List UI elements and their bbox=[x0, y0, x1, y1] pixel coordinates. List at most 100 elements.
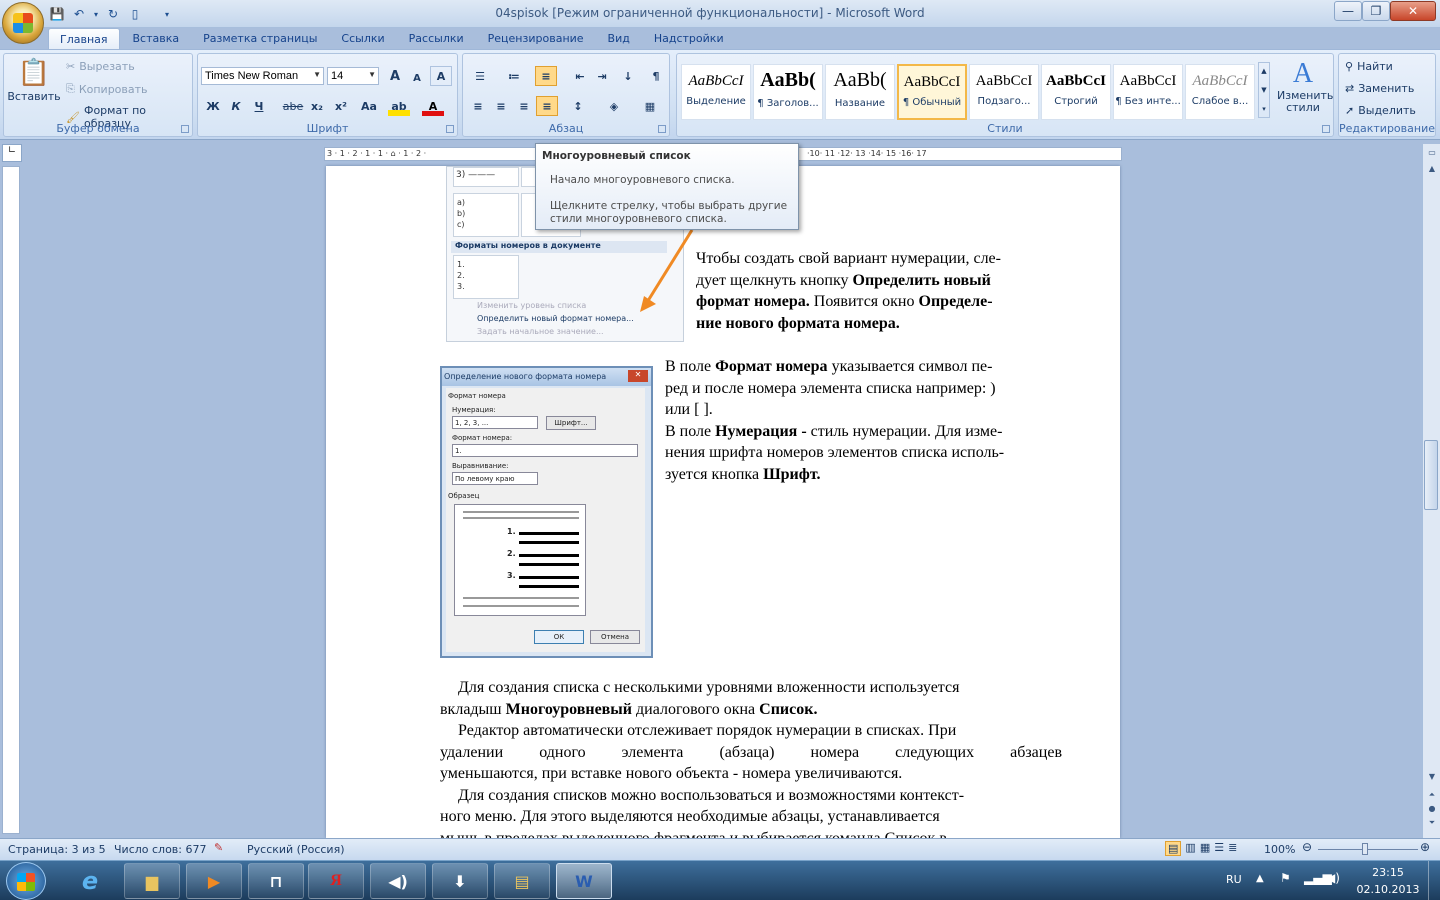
replace-button[interactable]: ⇄ Заменить bbox=[1345, 82, 1414, 95]
undo-dropdown-icon[interactable]: ▾ bbox=[92, 5, 100, 23]
justify-icon[interactable]: ≡ bbox=[536, 96, 558, 116]
media-player-icon[interactable]: ▶ bbox=[186, 863, 242, 899]
yandex-browser-icon[interactable]: Я bbox=[308, 863, 364, 899]
customize-qat-icon[interactable]: ▾ bbox=[158, 5, 176, 23]
numbering-icon[interactable]: ≔ bbox=[503, 66, 525, 86]
bullets-icon[interactable]: ☰ bbox=[469, 66, 491, 86]
clipboard-launcher[interactable] bbox=[181, 125, 189, 133]
style-no-spacing[interactable]: AaBbCcI ¶ Без инте... bbox=[1113, 64, 1183, 120]
align-right-icon[interactable]: ≡ bbox=[513, 96, 535, 116]
save-icon[interactable]: 💾 bbox=[48, 5, 66, 23]
subscript-button[interactable]: x₂ bbox=[306, 96, 328, 116]
zoom-out-icon[interactable]: ⊖ bbox=[1302, 840, 1312, 854]
show-desktop-button[interactable] bbox=[1428, 861, 1440, 900]
shading-icon[interactable]: ◈ bbox=[603, 96, 625, 116]
borders-icon[interactable]: ▦ bbox=[639, 96, 661, 116]
tab-view[interactable]: Вид bbox=[597, 28, 641, 50]
style-subtitle[interactable]: AaBbCcI Подзаго... bbox=[969, 64, 1039, 120]
bold-button[interactable]: Ж bbox=[202, 96, 224, 116]
align-center-icon[interactable]: ≡ bbox=[490, 96, 512, 116]
line-spacing-icon[interactable]: ↕ bbox=[567, 96, 589, 116]
print-layout-icon[interactable]: ▤ bbox=[1165, 841, 1182, 856]
zoom-in-icon[interactable]: ⊕ bbox=[1420, 840, 1430, 854]
font-name-combo[interactable]: Times New Roman ▼ bbox=[201, 67, 324, 85]
undo-icon[interactable]: ↶ bbox=[70, 5, 88, 23]
style-emphasis[interactable]: AaBbCcI Выделение bbox=[681, 64, 751, 120]
vertical-ruler[interactable] bbox=[2, 166, 20, 834]
shrink-font-button[interactable]: A bbox=[406, 68, 428, 88]
tab-addins[interactable]: Надстройки bbox=[643, 28, 735, 50]
tab-home[interactable]: Главная bbox=[48, 28, 120, 50]
multilevel-list-icon[interactable]: ≡ bbox=[535, 66, 557, 86]
minimize-button[interactable]: — bbox=[1334, 1, 1362, 21]
copy-button[interactable]: ⎘ Копировать bbox=[66, 82, 148, 96]
status-word-count[interactable]: Число слов: 677 bbox=[114, 843, 207, 856]
spellcheck-icon[interactable]: ✎ bbox=[214, 841, 223, 854]
scroll-thumb[interactable] bbox=[1424, 440, 1438, 510]
draft-icon[interactable]: ≣ bbox=[1228, 841, 1237, 856]
strikethrough-button[interactable]: abe bbox=[282, 96, 304, 116]
find-button[interactable]: ⚲ Найти bbox=[1345, 60, 1393, 73]
split-icon[interactable]: ▭ bbox=[1423, 148, 1440, 164]
style-heading1[interactable]: AaBb(¶ Заголов... bbox=[753, 64, 823, 120]
explorer-folder-icon[interactable]: ▆ bbox=[124, 863, 180, 899]
paste-button[interactable]: 📋 Вставить bbox=[7, 58, 60, 118]
tab-insert[interactable]: Вставка bbox=[122, 28, 191, 50]
maximize-button[interactable]: ❐ bbox=[1362, 1, 1390, 21]
word-taskbar-icon[interactable]: W bbox=[556, 863, 612, 899]
tab-references[interactable]: Ссылки bbox=[330, 28, 395, 50]
sort-icon[interactable]: ↓ bbox=[617, 66, 639, 86]
action-center-icon[interactable]: ⚑ bbox=[1280, 871, 1291, 885]
next-page-icon[interactable]: ⏷ bbox=[1423, 818, 1440, 834]
style-title[interactable]: AaBb(Название bbox=[825, 64, 895, 120]
download-icon[interactable]: ⬇ bbox=[432, 863, 488, 899]
scroll-down-icon[interactable]: ▼ bbox=[1423, 772, 1440, 788]
web-layout-icon[interactable]: ▦ bbox=[1200, 841, 1210, 856]
status-language[interactable]: Русский (Россия) bbox=[247, 843, 345, 856]
input-language[interactable]: RU bbox=[1226, 873, 1242, 886]
align-left-icon[interactable]: ≡ bbox=[467, 96, 489, 116]
clear-format-button[interactable]: A bbox=[430, 66, 452, 86]
font-launcher[interactable] bbox=[446, 125, 454, 133]
file-manager-icon[interactable]: ▤ bbox=[494, 863, 550, 899]
superscript-button[interactable]: x² bbox=[330, 96, 352, 116]
new-document-icon[interactable]: ▯ bbox=[126, 5, 144, 23]
tab-selector[interactable]: ∟ bbox=[2, 144, 22, 162]
style-normal[interactable]: AaBbCcI ¶ Обычный bbox=[897, 64, 967, 120]
zoom-level[interactable]: 100% bbox=[1264, 843, 1295, 856]
zoom-slider-thumb[interactable] bbox=[1362, 843, 1368, 855]
italic-button[interactable]: К bbox=[225, 96, 247, 116]
scroll-up-icon[interactable]: ▲ bbox=[1423, 164, 1440, 180]
cut-button[interactable]: ✂ Вырезать bbox=[66, 60, 135, 73]
clock-date[interactable]: 02.10.2013 bbox=[1356, 883, 1420, 896]
outline-icon[interactable]: ☰ bbox=[1214, 841, 1224, 856]
tab-page-layout[interactable]: Разметка страницы bbox=[192, 28, 328, 50]
close-button[interactable]: ✕ bbox=[1390, 1, 1436, 21]
styles-launcher[interactable] bbox=[1322, 125, 1330, 133]
tab-review[interactable]: Рецензирование bbox=[477, 28, 595, 50]
full-screen-reading-icon[interactable]: ▥ bbox=[1185, 841, 1195, 856]
style-strong[interactable]: AaBbCcI Строгий bbox=[1041, 64, 1111, 120]
font-color-icon[interactable]: A bbox=[422, 96, 444, 116]
styles-scroll[interactable]: ▲ ▼ ▾ bbox=[1258, 62, 1270, 118]
style-subtle-emphasis[interactable]: AaBbCcI Слабое в... bbox=[1185, 64, 1255, 120]
remote-desktop-icon[interactable]: ⊓ bbox=[248, 863, 304, 899]
zoom-slider[interactable] bbox=[1318, 849, 1418, 850]
change-case-button[interactable]: Aa bbox=[356, 96, 382, 116]
tab-mailings[interactable]: Рассылки bbox=[398, 28, 475, 50]
volume-app-icon[interactable]: ◀) bbox=[370, 863, 426, 899]
change-styles-button[interactable]: A Изменить стили bbox=[1273, 58, 1333, 114]
redo-icon[interactable]: ↻ bbox=[104, 5, 122, 23]
grow-font-button[interactable]: A bbox=[384, 66, 406, 86]
increase-indent-icon[interactable]: ⇥ bbox=[591, 66, 613, 86]
paragraph-launcher[interactable] bbox=[658, 125, 666, 133]
decrease-indent-icon[interactable]: ⇤ bbox=[569, 66, 591, 86]
office-button[interactable] bbox=[2, 2, 44, 44]
clock-time[interactable]: 23:15 bbox=[1360, 866, 1416, 879]
pilcrow-icon[interactable]: ¶ bbox=[645, 66, 667, 86]
start-button[interactable] bbox=[6, 862, 46, 900]
underline-button[interactable]: Ч bbox=[248, 96, 270, 116]
font-size-combo[interactable]: 14 ▼ bbox=[327, 67, 379, 85]
highlight-icon[interactable]: ab bbox=[388, 96, 410, 116]
select-button[interactable]: ➚ Выделить bbox=[1345, 104, 1416, 117]
